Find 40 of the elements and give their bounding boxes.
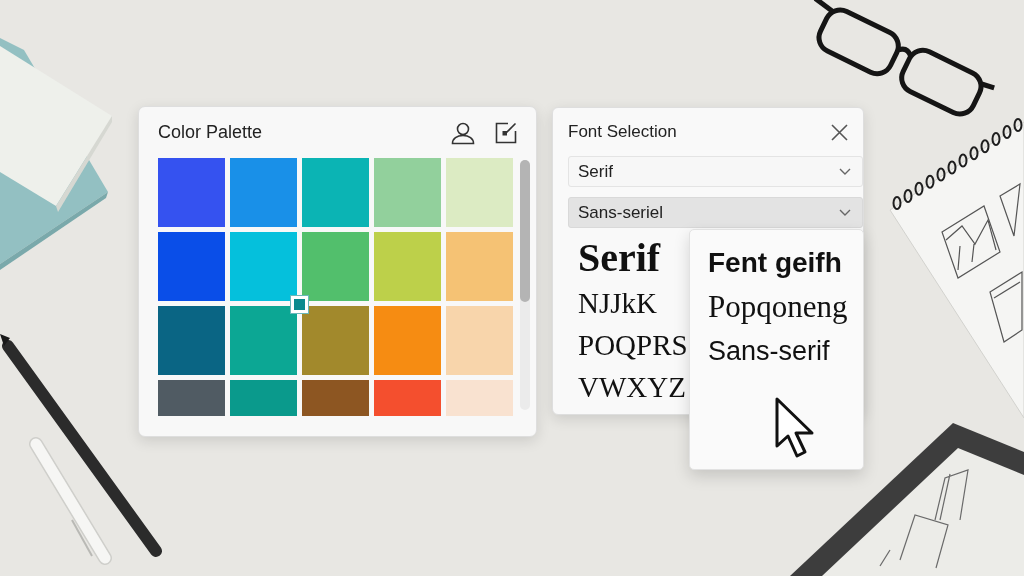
color-swatch-icon[interactable] <box>230 306 297 375</box>
color-swatch-icon[interactable] <box>446 306 513 375</box>
color-swatch-icon[interactable] <box>374 380 441 416</box>
color-swatch-icon[interactable] <box>230 232 297 301</box>
font-preview-text: VWXYZ <box>578 370 686 405</box>
color-swatch-icon[interactable] <box>158 158 225 227</box>
chevron-down-icon <box>839 168 851 175</box>
panel-title: Color Palette <box>158 122 263 143</box>
color-swatch-icon[interactable] <box>302 306 369 375</box>
color-swatch-icon[interactable] <box>302 232 369 301</box>
color-swatch-icon[interactable] <box>158 380 225 416</box>
color-swatch-icon[interactable] <box>446 158 513 227</box>
color-swatch-icon[interactable] <box>374 158 441 227</box>
color-swatch-icon[interactable] <box>374 306 441 375</box>
color-swatch-icon[interactable] <box>374 232 441 301</box>
edit-icon[interactable] <box>495 121 517 144</box>
color-swatch-icon[interactable] <box>446 380 513 416</box>
font-preview-text: NJJkK <box>578 286 657 321</box>
font-dropdown[interactable]: Serif <box>568 156 863 187</box>
color-swatch-icon[interactable] <box>302 158 369 227</box>
font-option[interactable]: Sans-serif <box>708 329 830 373</box>
font-dropdown[interactable]: Sans-seriel <box>568 197 863 228</box>
font-preview-text: Serif <box>578 234 661 282</box>
color-swatch-icon[interactable] <box>446 232 513 301</box>
scrollbar-track[interactable] <box>520 160 530 410</box>
scrollbar-thumb[interactable] <box>520 160 530 302</box>
picker-handle-icon[interactable] <box>291 296 308 313</box>
color-swatch-icon[interactable] <box>230 158 297 227</box>
close-icon <box>831 123 848 141</box>
color-swatch-icon[interactable] <box>302 380 369 416</box>
close-button[interactable] <box>831 123 848 141</box>
color-swatch-icon[interactable] <box>158 306 225 375</box>
color-swatch-icon[interactable] <box>158 232 225 301</box>
color-swatch-icon[interactable] <box>230 380 297 416</box>
panel-title: Font Selection <box>568 122 677 142</box>
font-preview-text: POQPRS <box>578 328 688 363</box>
font-option[interactable]: Fent geifh <box>708 241 842 285</box>
chevron-down-icon <box>839 209 851 216</box>
user-icon[interactable] <box>451 120 475 145</box>
font-option[interactable]: Popqoneng <box>708 285 848 329</box>
